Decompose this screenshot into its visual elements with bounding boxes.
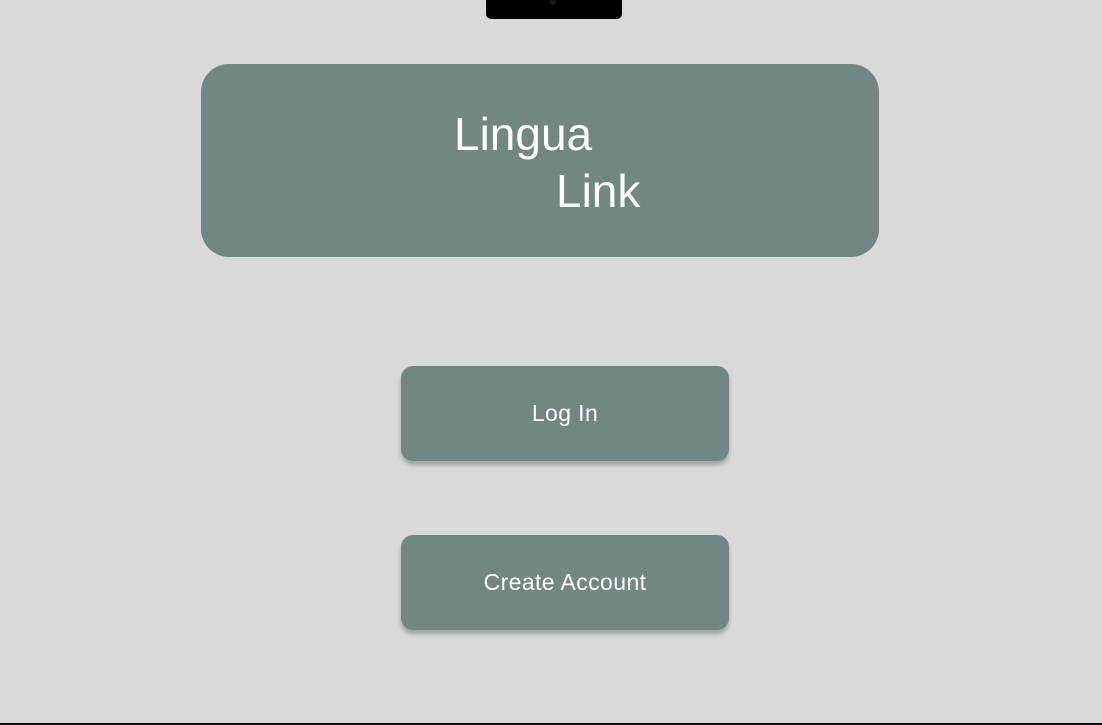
app-logo-card: Lingua Link: [201, 64, 879, 257]
app-name-line-1: Lingua: [454, 108, 593, 160]
camera-icon: [550, 0, 556, 5]
log-in-button[interactable]: Log In: [401, 366, 729, 461]
log-in-button-label: Log In: [531, 400, 599, 426]
create-account-button[interactable]: Create Account: [401, 535, 729, 630]
create-account-button-label: Create Account: [483, 569, 647, 595]
camera-notch: [486, 0, 622, 19]
app-name-line-2: Link: [556, 165, 641, 217]
